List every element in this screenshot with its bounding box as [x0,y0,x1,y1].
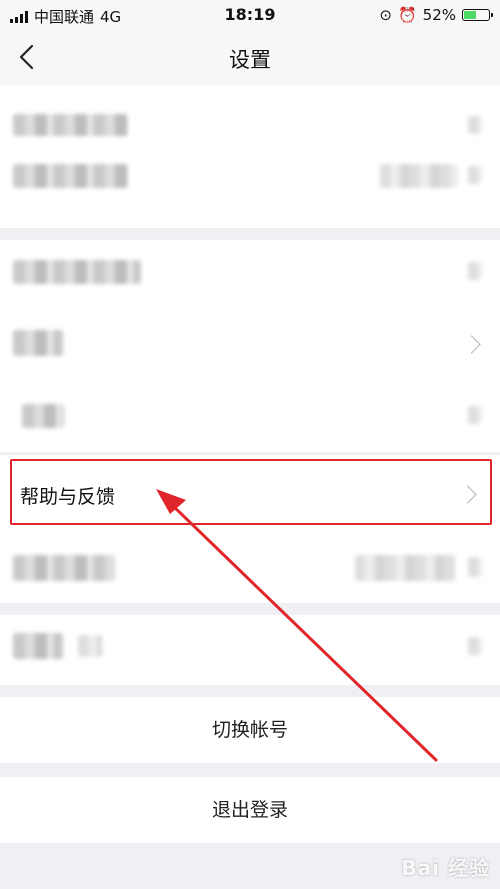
annotation-arrow-icon [156,489,438,762]
watermark: Bai 经验 [401,856,490,880]
